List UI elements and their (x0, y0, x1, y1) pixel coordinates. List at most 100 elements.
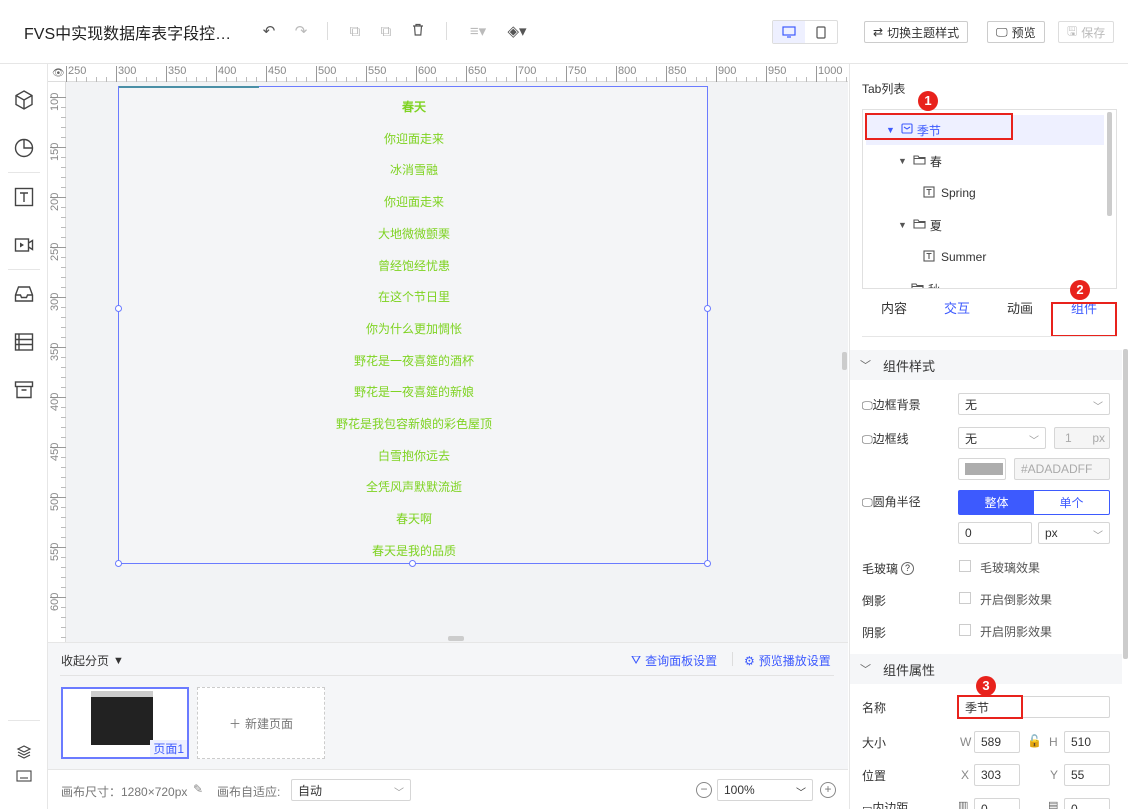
ruler-tick-label: 700 (518, 65, 537, 77)
ruler-tick-label: 200 (49, 192, 61, 211)
inbox-icon[interactable] (12, 282, 36, 306)
radius-single-button[interactable]: 单个 (1034, 491, 1109, 514)
ruler-tick (216, 66, 217, 82)
component-style-section[interactable]: ﹀ 组件样式 (850, 350, 1122, 380)
canvas-vertical-scrollbar[interactable] (842, 352, 847, 370)
sidebar-divider (8, 269, 40, 270)
lock-icon[interactable]: 🔓 (1027, 734, 1042, 748)
ruler-minor-tick (796, 77, 797, 82)
glass-checkbox[interactable] (959, 560, 971, 572)
help-icon[interactable]: ? (901, 562, 915, 575)
layers-icon[interactable] (12, 740, 36, 764)
radius-unit-select[interactable]: px ﹀ (1038, 522, 1110, 544)
page-thumbnail[interactable]: 页面1 (61, 687, 189, 759)
resize-handle-bottom-right[interactable] (704, 560, 711, 567)
ruler-minor-tick (61, 627, 66, 628)
border-color-swatch[interactable] (958, 458, 1006, 480)
text-icon[interactable] (12, 185, 36, 209)
x-input[interactable]: 303 (974, 764, 1020, 786)
preview-play-settings-link[interactable]: ⚙ 预览播放设置 (744, 652, 831, 669)
zoom-value: 100% (724, 783, 755, 797)
ruler-minor-tick (496, 77, 497, 82)
tab-interaction[interactable]: 交互 (927, 298, 987, 317)
copy-icon[interactable]: ⧉ (345, 22, 365, 42)
border-line-select[interactable]: 无 ﹀ (958, 427, 1046, 449)
ruler-tick-label: 450 (49, 442, 61, 461)
keyboard-icon[interactable] (12, 764, 36, 788)
cube-icon[interactable] (12, 88, 36, 112)
radius-value-input[interactable]: 0 (958, 522, 1032, 544)
pie-chart-icon[interactable] (12, 136, 36, 160)
resize-handle-right[interactable] (704, 305, 711, 312)
video-icon[interactable] (12, 233, 36, 257)
new-page-button[interactable]: ＋ 新建页面 (197, 687, 325, 759)
ruler-tick-label: 850 (668, 65, 687, 77)
canvas-horizontal-scrollbar[interactable] (448, 636, 464, 641)
border-color-input[interactable]: #ADADADFF (1014, 458, 1110, 480)
edit-icon[interactable]: ✎ (193, 782, 203, 796)
paste-icon[interactable]: ⧉ (376, 22, 396, 42)
width-input[interactable]: 589 (974, 731, 1020, 753)
padding-right-input[interactable]: 0 (1064, 798, 1110, 809)
archive-icon[interactable] (12, 378, 36, 402)
zoom-select[interactable]: 100% ﹀ (717, 779, 813, 801)
redo-icon[interactable]: ↷ (291, 22, 311, 42)
ruler-minor-tick (61, 177, 66, 178)
tab-content[interactable]: 内容 (864, 298, 924, 317)
undo-icon[interactable]: ↶ (259, 22, 279, 42)
zoom-in-icon[interactable]: + (820, 782, 836, 798)
design-canvas[interactable]: 👁 250 300 350 400 450 500 550 600 650 700 750 800 85… (48, 64, 848, 642)
resize-handle-left[interactable] (115, 305, 122, 312)
tree-item-summer-text[interactable]: Summer (863, 242, 1103, 272)
switch-theme-label: 切换主题样式 (887, 25, 960, 40)
ruler-minor-tick (76, 77, 77, 82)
tree-item-spring-folder[interactable]: ▼ 春 (863, 146, 1103, 176)
resize-handle-bottom[interactable] (409, 560, 416, 567)
height-input[interactable]: 510 (1064, 731, 1110, 753)
ruler-minor-tick (136, 77, 137, 82)
annotation-marker-3: 3 (976, 676, 996, 696)
query-panel-settings-link[interactable]: ⛛ 查询面板设置 (631, 652, 717, 669)
auto-fit-select[interactable]: 自动 ﹀ (291, 779, 411, 801)
tab-component[interactable]: 春天 你迎面走来 冰消雪融 你迎面走来 大地微微颤栗 曾经饱经忧患 在这个节日里 你为什么更加… (115, 86, 711, 567)
ruler-minor-tick (61, 577, 66, 578)
ruler-minor-tick (376, 77, 377, 82)
save-button[interactable]: 🖫 保存 (1058, 21, 1115, 43)
folder-icon (913, 218, 926, 232)
align-dropdown-icon[interactable]: ≡▾ (466, 22, 490, 42)
layer-dropdown-icon[interactable]: ◈▾ (505, 22, 529, 42)
switch-theme-button[interactable]: ⇄ 切换主题样式 (864, 21, 969, 43)
ruler-minor-tick (106, 77, 107, 82)
ruler-minor-tick (456, 77, 457, 82)
padding-left-input[interactable]: 0 (974, 798, 1020, 809)
desktop-view-icon[interactable] (773, 21, 805, 43)
delete-icon[interactable] (408, 22, 428, 42)
resize-handle-bottom-left[interactable] (115, 560, 122, 567)
y-input[interactable]: 55 (1064, 764, 1110, 786)
preview-button[interactable]: 🖵 预览 (987, 21, 1045, 43)
table-icon[interactable] (12, 330, 36, 354)
mobile-view-icon[interactable] (805, 21, 837, 43)
eye-icon[interactable]: 👁 (52, 68, 65, 79)
ruler-minor-tick (836, 77, 837, 82)
panel-scrollbar[interactable] (1123, 349, 1128, 659)
ruler-minor-tick (61, 217, 66, 218)
ruler-tick (566, 66, 567, 82)
tree-scrollbar[interactable] (1107, 112, 1112, 216)
tree-item-spring-text[interactable]: Spring (863, 178, 1103, 208)
border-width-input[interactable]: 1 px (1054, 427, 1110, 449)
radius-whole-button[interactable]: 整体 (959, 491, 1034, 514)
ruler-minor-tick (586, 77, 587, 82)
reflection-checkbox[interactable] (959, 592, 971, 604)
ruler-minor-tick (486, 77, 487, 82)
ruler-minor-tick (536, 77, 537, 82)
tab-animation[interactable]: 动画 (990, 298, 1050, 317)
shadow-checkbox[interactable] (959, 624, 971, 636)
border-bg-select[interactable]: 无 ﹀ (958, 393, 1110, 415)
collapse-pages-toggle[interactable]: 收起分页 ▼ (61, 652, 124, 669)
tree-item-summer-folder[interactable]: ▼ 夏 (863, 210, 1103, 240)
zoom-out-icon[interactable]: − (696, 782, 712, 798)
tree-item-autumn-folder[interactable]: 秋 (863, 274, 1103, 288)
ruler-minor-tick (61, 337, 66, 338)
ruler-minor-tick (61, 257, 66, 258)
